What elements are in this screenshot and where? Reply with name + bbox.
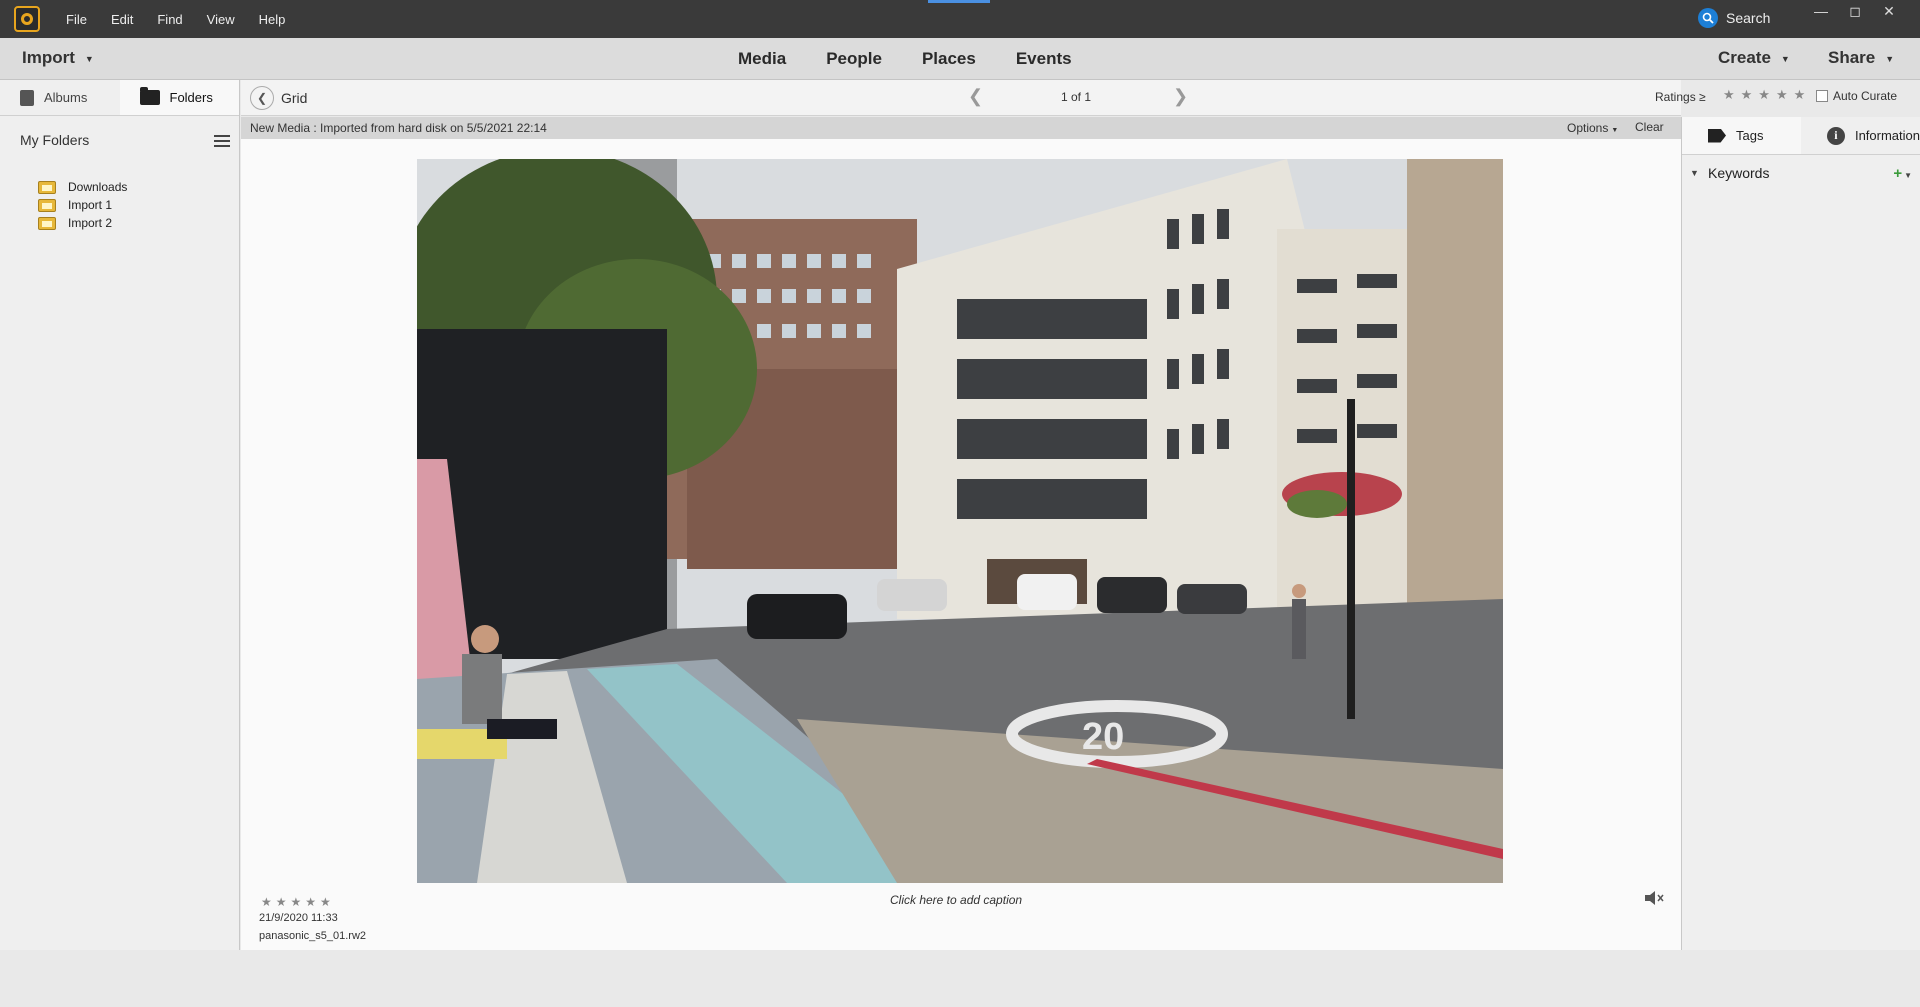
clear-button[interactable]: Clear (1635, 120, 1664, 134)
create-label: Create (1718, 48, 1771, 67)
import-label: Import (22, 48, 75, 67)
window-controls: — ◻ ✕ (1810, 2, 1900, 20)
media-info-strip: New Media : Imported from hard disk on 5… (241, 117, 1681, 139)
tab-folders-label: Folders (169, 90, 213, 105)
mode-tabs: Media People Places Events (738, 49, 1072, 69)
media-canvas: 20 ★★★★★ 21/9/2020 11:33 panasonic_s5_01… (241, 139, 1681, 950)
folder-icon (139, 87, 160, 105)
media-date: 21/9/2020 11:33 (259, 912, 338, 924)
chevron-right-icon: ❯ (1173, 86, 1189, 106)
tab-tags-label: Tags (1736, 128, 1764, 143)
search-button[interactable]: Search (1698, 8, 1770, 28)
menu-view[interactable]: View (197, 12, 245, 27)
search-icon (1698, 8, 1718, 28)
create-button[interactable]: Create ▼ (1718, 48, 1790, 68)
page-count: 1 of 1 (1061, 90, 1092, 104)
menu-file[interactable]: File (56, 12, 97, 27)
search-label: Search (1726, 10, 1771, 26)
import-info-text: New Media : Imported from hard disk on 5… (250, 121, 547, 135)
tab-places[interactable]: Places (922, 49, 976, 69)
grid-toolbar: ❮ Grid ❮ 1 of 1 ❯ Ratings ≥ ★★★★★ Auto C… (241, 80, 1897, 116)
keywords-title: Keywords (1708, 165, 1770, 181)
folder-item-label: Import 2 (68, 216, 113, 230)
maximize-icon[interactable]: ◻ (1844, 2, 1866, 20)
media-filename: panasonic_s5_01.rw2 (259, 930, 367, 942)
chevron-left-icon: ❮ (968, 86, 984, 106)
folder-icon (38, 180, 56, 194)
ratings-label: Ratings ≥ (1655, 90, 1706, 104)
ratings-filter-stars[interactable]: ★★★★★ (1723, 87, 1811, 103)
list-view-icon[interactable] (214, 135, 230, 147)
street-photo-image: 20 (417, 159, 1503, 883)
tab-information-label: Information (1854, 128, 1920, 143)
menu-help[interactable]: Help (249, 12, 296, 27)
tab-people[interactable]: People (826, 49, 882, 69)
chevron-down-icon: ▼ (1885, 53, 1895, 64)
back-button[interactable]: ❮ (250, 86, 274, 110)
auto-curate-checkbox[interactable] (1816, 90, 1828, 102)
tab-albums-label: Albums (44, 90, 88, 105)
menu-edit[interactable]: Edit (101, 12, 143, 27)
folder-icon (38, 198, 56, 212)
folder-item-downloads[interactable]: Downloads (38, 180, 127, 194)
chevron-down-icon: ▼ (1780, 53, 1790, 64)
tab-media[interactable]: Media (738, 49, 786, 69)
view-title: Grid (281, 90, 308, 106)
folder-item-label: Import 1 (68, 198, 113, 212)
options-dropdown[interactable]: Options ▼ (1567, 121, 1618, 135)
previous-page-button[interactable]: ❮ (968, 86, 983, 107)
title-bar: File Edit Find View Help Search — ◻ ✕ (0, 0, 1920, 38)
left-panel: Albums Folders My Folders Downloads Impo… (0, 80, 240, 950)
tab-folders[interactable]: Folders (119, 80, 239, 115)
right-panel-tabs: Tags i Information (1682, 117, 1920, 155)
collapse-triangle-icon: ▼ (1690, 168, 1699, 178)
tab-tags[interactable]: Tags (1682, 117, 1801, 154)
close-icon[interactable]: ✕ (1878, 2, 1900, 20)
folder-item-import-1[interactable]: Import 1 (38, 198, 112, 212)
add-keyword-icon[interactable]: + ▼ (1893, 165, 1912, 182)
tab-albums[interactable]: Albums (0, 80, 120, 115)
options-label: Options (1567, 121, 1609, 135)
app-logo-icon (14, 6, 40, 32)
share-button[interactable]: Share ▼ (1828, 48, 1894, 68)
minimize-icon[interactable]: — (1810, 2, 1832, 20)
accent-line (928, 0, 990, 3)
auto-curate-toggle[interactable]: Auto Curate (1816, 89, 1897, 103)
media-rating-stars[interactable]: ★★★★★ (261, 895, 335, 909)
photo-preview[interactable]: 20 (417, 159, 1503, 883)
chevron-left-icon: ❮ (256, 91, 268, 105)
caption-field[interactable]: Click here to add caption (890, 893, 1022, 907)
my-folders-heading: My Folders (20, 132, 90, 148)
right-panel: Tags i Information ▼ Keywords + ▼ (1681, 117, 1920, 950)
speaker-icon[interactable] (1643, 889, 1665, 907)
album-icon (20, 89, 34, 106)
import-button[interactable]: Import ▼ (22, 48, 94, 68)
menu-find[interactable]: Find (147, 12, 192, 27)
share-label: Share (1828, 48, 1876, 67)
mode-bar: Import ▼ Media People Places Events Creat… (0, 38, 1920, 80)
tab-information[interactable]: i Information (1801, 117, 1920, 154)
chevron-down-icon: ▼ (84, 53, 94, 64)
info-icon: i (1826, 126, 1845, 145)
auto-curate-label: Auto Curate (1833, 89, 1898, 103)
next-page-button[interactable]: ❯ (1173, 86, 1188, 107)
folder-item-label: Downloads (68, 180, 128, 194)
folder-icon (38, 216, 56, 230)
chevron-down-icon: ▼ (1611, 127, 1619, 134)
folder-item-import-2[interactable]: Import 2 (38, 216, 112, 230)
tag-icon (1708, 128, 1726, 143)
keywords-section-header[interactable]: ▼ Keywords + ▼ (1690, 165, 1912, 182)
tab-events[interactable]: Events (1016, 49, 1072, 69)
svg-text:20: 20 (1082, 716, 1124, 758)
left-panel-tabs: Albums Folders (0, 80, 239, 116)
menu-bar: File Edit Find View Help (56, 12, 295, 27)
